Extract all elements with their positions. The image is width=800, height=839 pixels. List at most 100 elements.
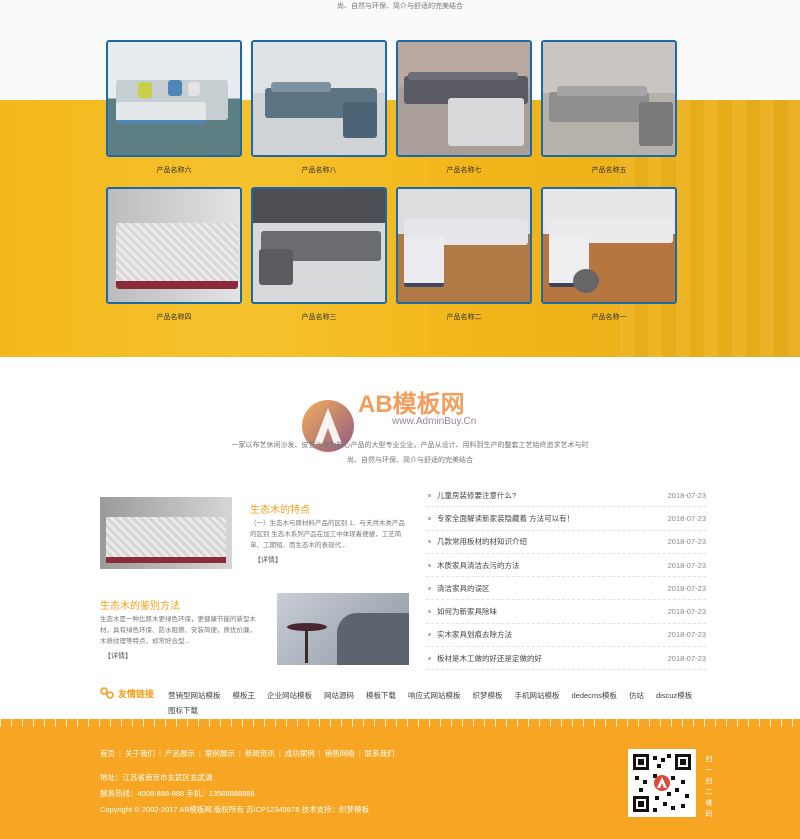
friend-link[interactable]: 企业网站模板 — [267, 688, 312, 703]
bullet-icon — [428, 563, 431, 567]
news-list-item[interactable]: 清洁家具的误区 2018-07-23 — [426, 577, 706, 601]
product-label[interactable]: 产品名称三 — [251, 312, 387, 322]
news-list-item[interactable]: 儿童房装修要注意什么? 2018-07-23 — [426, 484, 706, 508]
friend-link[interactable]: 织梦模板 — [473, 688, 503, 703]
friend-link[interactable]: 图标下载 — [168, 703, 198, 718]
news-list-title[interactable]: 实木家具划痕去除方法 — [437, 629, 668, 640]
bullet-icon — [428, 610, 431, 614]
news-list-title[interactable]: 专家全面解读新家装隐藏着 方法可以有！ — [437, 513, 668, 524]
news-list: 儿童房装修要注意什么? 2018-07-23 专家全面解读新家装隐藏着 方法可以有！… — [426, 484, 706, 671]
news-list-title[interactable]: 如何为新家具除味 — [437, 606, 668, 617]
footer-nav-separator: | — [358, 749, 361, 758]
news-list-date: 2018-07-23 — [667, 560, 706, 570]
footer-address: 地址：江苏省南京市玄武区玄武湖 — [100, 773, 213, 782]
friend-link[interactable]: 响应式网站模板 — [408, 688, 461, 703]
friend-link[interactable]: dedecms模板 — [572, 688, 617, 703]
product-label[interactable]: 产品名称二 — [396, 312, 532, 322]
product-image[interactable] — [541, 187, 677, 304]
friend-link[interactable]: 仿站 — [629, 688, 644, 703]
product-label[interactable]: 产品名称八 — [251, 165, 387, 175]
qr-code-icon — [631, 752, 693, 814]
company-intro: 一家以布艺休闲沙发、皮艺沙发为核心产品的大型专业企业。产品从设计、用料到生产的整… — [200, 438, 620, 468]
bullet-icon — [428, 516, 431, 520]
footer-nav-link[interactable]: 销售网络 — [325, 749, 355, 758]
news-list-date: 2018-07-23 — [667, 630, 706, 640]
product-image[interactable] — [251, 187, 387, 304]
news-list-item[interactable]: 几款常用板材的材知识介绍 2018-07-23 — [426, 531, 706, 554]
news-list-date: 2018-07-23 — [667, 583, 706, 593]
product-label[interactable]: 产品名称四 — [106, 312, 242, 322]
footer-nav-separator: | — [238, 749, 241, 758]
news-summary: （一）生态木与原材料产品的区别 1、与天然木类产品的区别 生态木系列产品在加工中… — [250, 520, 405, 549]
bullet-icon — [428, 633, 431, 637]
product-image[interactable] — [396, 187, 532, 304]
bullet-icon — [428, 656, 431, 660]
footer-nav-link[interactable]: 首页 — [100, 749, 115, 758]
watermark-url: www.AdminBuy.Cn — [392, 416, 477, 427]
news-list-date: 2018-07-23 — [667, 537, 706, 547]
link-icon — [100, 687, 114, 699]
product-card[interactable]: 产品名称六 — [106, 40, 242, 175]
news-list-title[interactable]: 儿童房装修要注意什么? — [437, 490, 668, 501]
news-list-title[interactable]: 木质家具清洁去污的方法 — [437, 560, 668, 571]
product-label[interactable]: 产品名称一 — [541, 312, 677, 322]
friend-link[interactable]: discuz模板 — [656, 688, 692, 703]
news-list-title[interactable]: 清洁家具的误区 — [437, 583, 668, 594]
product-image[interactable] — [106, 40, 242, 157]
footer-nav-separator: | — [158, 749, 161, 758]
product-label[interactable]: 产品名称六 — [106, 165, 242, 175]
news-more-link[interactable]: 【详情】 — [104, 651, 132, 661]
product-image[interactable] — [106, 187, 242, 304]
bullet-icon — [428, 540, 431, 544]
news-list-title[interactable]: 几款常用板材的材知识介绍 — [437, 536, 668, 547]
footer-nav: 首页 | 关于我们 | 产品展示 | 案例展示 | 新闻资讯 | 成功案例 | 销售网络 | 联系我们 — [100, 748, 399, 759]
intro-line-2: 尚、自然与环保、简介与舒适的完美结合 — [347, 457, 473, 464]
news-list-item[interactable]: 木质家具清洁去污的方法 2018-07-23 — [426, 554, 706, 578]
news-thumb[interactable] — [277, 593, 409, 665]
news-list-item[interactable]: 专家全面解读新家装隐藏着 方法可以有！ 2018-07-23 — [426, 507, 706, 531]
footer-nav-link[interactable]: 新闻资讯 — [245, 749, 275, 758]
footer-nav-link[interactable]: 联系我们 — [365, 749, 395, 758]
friend-link[interactable]: 模板王 — [233, 688, 256, 703]
footer-nav-link[interactable]: 成功案例 — [285, 749, 315, 758]
footer-service: 服务热线：4008-888-888 手机：13588888888 — [100, 789, 255, 798]
watermark-brand: AB模板网 — [358, 391, 465, 418]
footer-nav-separator: | — [198, 749, 201, 758]
footer: 首页 | 关于我们 | 产品展示 | 案例展示 | 新闻资讯 | 成功案例 | 销售网络 | 联系我们 地址… — [0, 719, 800, 839]
news-list-date: 2018-07-23 — [667, 490, 706, 500]
news-list-title[interactable]: 板材是木工做的好还是定做的好 — [437, 653, 668, 664]
news-list-item[interactable]: 板材是木工做的好还是定做的好 2018-07-23 — [426, 647, 706, 671]
product-card[interactable]: 产品名称二 — [396, 187, 532, 322]
news-list-date: 2018-07-23 — [667, 607, 706, 617]
product-card[interactable]: 产品名称三 — [251, 187, 387, 322]
footer-copyright: Copyright © 2002-2017 AB模板网 版权所有 苏ICP123… — [100, 805, 369, 814]
friend-link[interactable]: 网站源码 — [324, 688, 354, 703]
product-card[interactable]: 产品名称五 — [541, 40, 677, 175]
friend-link[interactable]: 模板下载 — [366, 688, 396, 703]
news-more-link[interactable]: 【详情】 — [254, 555, 282, 565]
news-list-item[interactable]: 如何为新家具除味 2018-07-23 — [426, 600, 706, 624]
footer-nav-link[interactable]: 案例展示 — [205, 749, 235, 758]
news-list-item[interactable]: 实木家具划痕去除方法 2018-07-23 — [426, 624, 706, 648]
footer-nav-link[interactable]: 产品展示 — [165, 749, 195, 758]
footer-nav-separator: | — [119, 749, 121, 758]
news-title[interactable]: 生态木的特点 — [250, 501, 310, 516]
friend-link[interactable]: 营销型网站模板 — [168, 688, 221, 703]
product-label[interactable]: 产品名称五 — [541, 165, 677, 175]
qr-code — [628, 749, 696, 817]
friend-link[interactable]: 手机网站模板 — [515, 688, 560, 703]
product-image[interactable] — [396, 40, 532, 157]
news-title[interactable]: 生态木的鉴别方法 — [100, 597, 180, 612]
bullet-icon — [428, 586, 431, 590]
friend-links-items: 营销型网站模板 模板王 企业网站模板 网站源码 模板下载 响应式网站模板 织梦模板 手机网站模… — [168, 688, 718, 718]
product-card[interactable]: 产品名称一 — [541, 187, 677, 322]
product-card[interactable]: 产品名称八 — [251, 40, 387, 175]
news-thumb[interactable] — [100, 497, 232, 569]
footer-nav-link[interactable]: 关于我们 — [125, 749, 155, 758]
product-card[interactable]: 产品名称四 — [106, 187, 242, 322]
product-image[interactable] — [541, 40, 677, 157]
product-card[interactable]: 产品名称七 — [396, 40, 532, 175]
news-summary: 生态木是一种比原木更绿色环保，更健康节能的新型木材，具有绿色环保、防水阻燃、安装… — [100, 616, 256, 645]
product-label[interactable]: 产品名称七 — [396, 165, 532, 175]
product-image[interactable] — [251, 40, 387, 157]
